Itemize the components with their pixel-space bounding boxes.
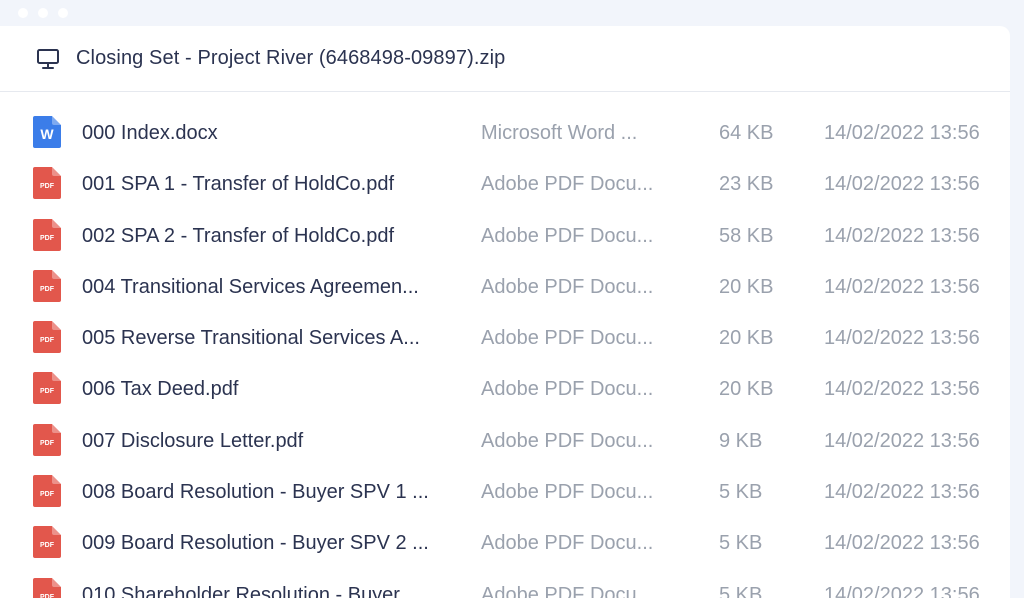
- pdf-file-icon: PDF: [33, 526, 61, 559]
- pdf-file-icon: PDF: [33, 167, 61, 200]
- file-modified-date: 14/02/2022 13:56: [824, 429, 980, 452]
- file-type: Adobe PDF Docu...: [481, 378, 654, 401]
- file-row[interactable]: PDF 007 Disclosure Letter.pdf Adobe PDF Do…: [0, 416, 1010, 467]
- file-size: 23 KB: [719, 173, 774, 196]
- file-name: 002 SPA 2 - Transfer of HoldCo.pdf: [82, 224, 395, 247]
- file-type: Adobe PDF Docu...: [481, 429, 654, 452]
- window-maximize-dot[interactable]: [58, 8, 68, 18]
- pdf-file-icon: PDF: [33, 372, 61, 405]
- file-type: Adobe PDF Docu...: [481, 173, 654, 196]
- file-modified-date: 14/02/2022 13:56: [824, 122, 980, 144]
- file-list: W 000 Index.docx Microsoft Word ... 64 KB 14…: [0, 108, 1010, 598]
- file-browser-panel: Closing Set - Project River (6468498-098…: [0, 26, 1010, 598]
- monitor-icon: [37, 48, 59, 69]
- file-type: Adobe PDF Docu...: [481, 327, 654, 350]
- file-icon-badge: PDF: [40, 388, 55, 395]
- file-type: Microsoft Word ...: [481, 122, 638, 144]
- file-modified-date: 14/02/2022 13:56: [824, 224, 980, 247]
- file-size: 20 KB: [719, 378, 774, 401]
- file-size: 20 KB: [719, 327, 774, 350]
- file-row[interactable]: PDF 004 Transitional Services Agreemen...…: [0, 262, 1010, 313]
- word-doc-icon: W: [33, 116, 61, 148]
- file-name: 010 Shareholder Resolution - Buyer ...: [82, 583, 423, 598]
- archive-title: Closing Set - Project River (6468498-098…: [76, 47, 506, 69]
- file-modified-date: 14/02/2022 13:56: [824, 481, 980, 504]
- window-minimize-dot[interactable]: [38, 8, 48, 18]
- file-modified-date: 14/02/2022 13:56: [824, 532, 980, 555]
- file-size: 5 KB: [719, 583, 763, 598]
- file-row[interactable]: PDF 009 Board Resolution - Buyer SPV 2 ..…: [0, 518, 1010, 569]
- file-icon-badge: PDF: [40, 594, 55, 598]
- file-type: Adobe PDF Docu...: [481, 481, 654, 504]
- pdf-file-icon: PDF: [33, 423, 61, 456]
- file-row[interactable]: PDF 005 Reverse Transitional Services A..…: [0, 313, 1010, 364]
- file-icon-badge: PDF: [40, 183, 55, 190]
- file-modified-date: 14/02/2022 13:56: [824, 378, 980, 401]
- file-row[interactable]: PDF 008 Board Resolution - Buyer SPV 1 ..…: [0, 467, 1010, 518]
- file-size: 9 KB: [719, 429, 763, 452]
- window-titlebar: [0, 0, 1024, 26]
- file-size: 20 KB: [719, 275, 774, 298]
- file-name: 005 Reverse Transitional Services A...: [82, 327, 420, 350]
- file-name: 001 SPA 1 - Transfer of HoldCo.pdf: [82, 173, 395, 196]
- file-size: 5 KB: [719, 532, 763, 555]
- file-icon-badge: PDF: [40, 542, 55, 549]
- file-icon-badge: PDF: [40, 235, 55, 242]
- archive-header: Closing Set - Project River (6468498-098…: [0, 26, 1010, 92]
- file-size: 5 KB: [719, 481, 763, 504]
- file-name: 007 Disclosure Letter.pdf: [82, 429, 304, 452]
- file-type: Adobe PDF Docu...: [481, 275, 654, 298]
- file-row[interactable]: PDF 001 SPA 1 - Transfer of HoldCo.pdf Ado…: [0, 159, 1010, 210]
- file-name: 000 Index.docx: [82, 122, 218, 144]
- file-name: 008 Board Resolution - Buyer SPV 1 ...: [82, 481, 429, 504]
- file-row[interactable]: W 000 Index.docx Microsoft Word ... 64 KB 14…: [0, 108, 1010, 159]
- file-modified-date: 14/02/2022 13:56: [824, 583, 980, 598]
- file-name: 009 Board Resolution - Buyer SPV 2 ...: [82, 532, 429, 555]
- archive-window: Closing Set - Project River (6468498-098…: [0, 0, 1024, 598]
- file-icon-badge: W: [40, 126, 54, 142]
- file-modified-date: 14/02/2022 13:56: [824, 275, 980, 298]
- file-row[interactable]: PDF 006 Tax Deed.pdf Adobe PDF Docu... 20 K…: [0, 364, 1010, 415]
- file-type: Adobe PDF Docu...: [481, 224, 654, 247]
- window-close-dot[interactable]: [18, 8, 28, 18]
- file-size: 58 KB: [719, 224, 774, 247]
- pdf-file-icon: PDF: [33, 577, 61, 598]
- file-name: 004 Transitional Services Agreemen...: [82, 275, 419, 298]
- pdf-file-icon: PDF: [33, 475, 61, 508]
- pdf-file-icon: PDF: [33, 218, 61, 251]
- file-name: 006 Tax Deed.pdf: [82, 378, 239, 401]
- pdf-file-icon: PDF: [33, 321, 61, 354]
- file-icon-badge: PDF: [40, 440, 55, 447]
- file-row[interactable]: PDF 010 Shareholder Resolution - Buyer ..…: [0, 570, 1010, 598]
- file-icon-badge: PDF: [40, 337, 55, 344]
- file-size: 64 KB: [719, 122, 774, 144]
- file-type: Adobe PDF Docu...: [481, 583, 654, 598]
- file-type: Adobe PDF Docu...: [481, 532, 654, 555]
- file-icon-badge: PDF: [40, 286, 55, 293]
- file-icon-badge: PDF: [40, 491, 55, 498]
- file-modified-date: 14/02/2022 13:56: [824, 173, 980, 196]
- file-row[interactable]: PDF 002 SPA 2 - Transfer of HoldCo.pdf Ado…: [0, 211, 1010, 262]
- file-modified-date: 14/02/2022 13:56: [824, 327, 980, 350]
- pdf-file-icon: PDF: [33, 269, 61, 302]
